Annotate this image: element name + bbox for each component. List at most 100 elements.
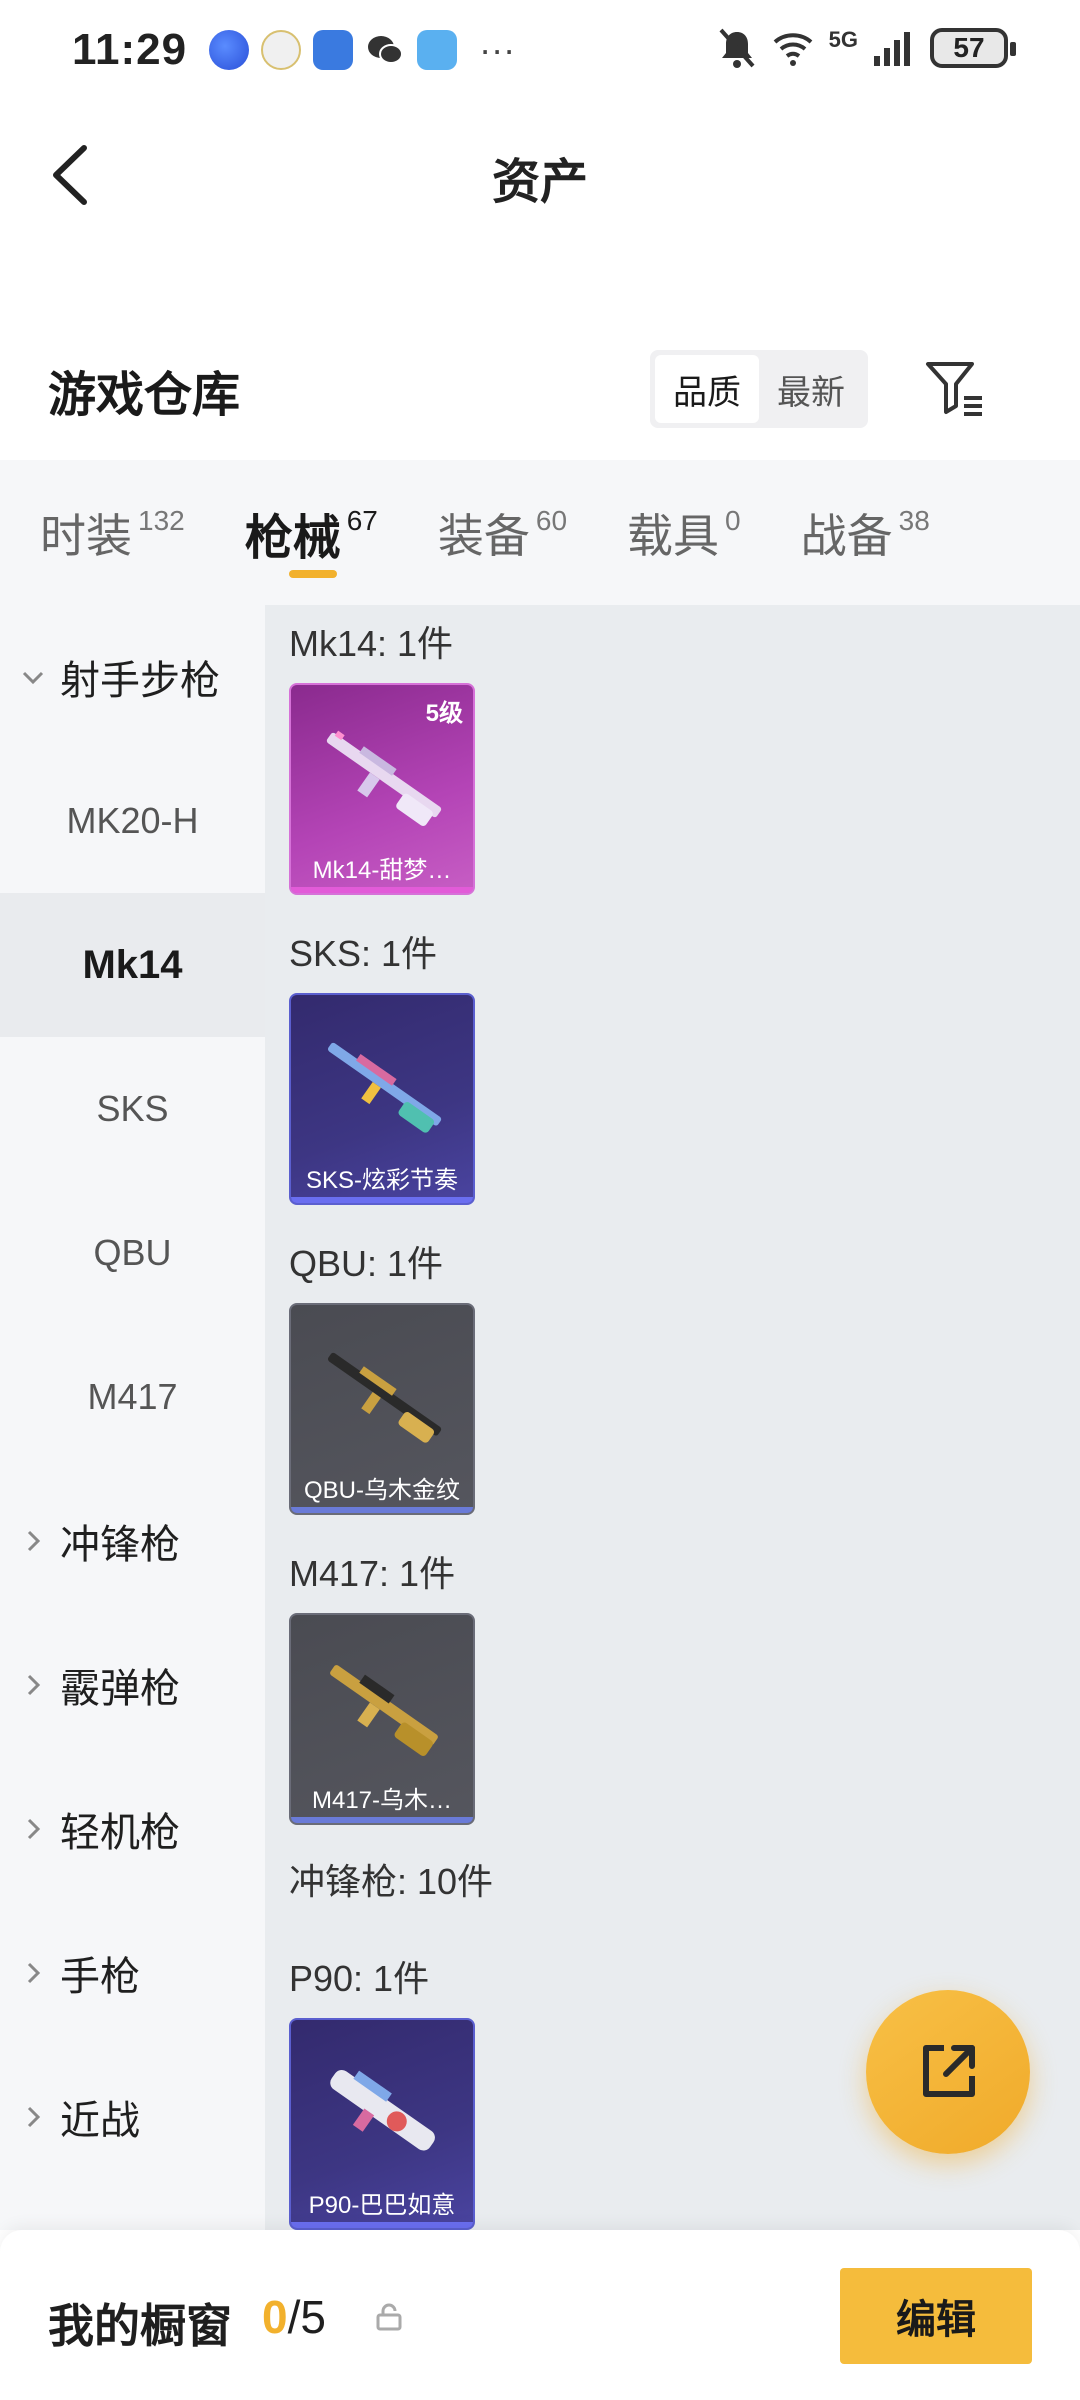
sidebar-item-label: 手枪 xyxy=(60,1955,140,1999)
notification-icons: ··· xyxy=(209,30,515,70)
group-header: QBU: 1件 xyxy=(289,1243,444,1284)
rifle-skin-image xyxy=(330,1665,438,1756)
sidebar-item-pistol[interactable]: 手枪 xyxy=(0,1901,265,2045)
sidebar-item-mk14[interactable]: Mk14 xyxy=(0,893,265,1037)
group-header: SKS: 1件 xyxy=(289,933,438,974)
sidebar-item-label: 轻机枪 xyxy=(60,1811,180,1855)
showcase-current: 0 xyxy=(262,2291,288,2343)
coin-app-icon xyxy=(261,30,302,70)
tab-equipment[interactable]: 装备 60 xyxy=(438,460,567,605)
chevron-right-icon xyxy=(20,1672,46,1698)
item-card[interactable]: QBU-乌木金纹 xyxy=(289,1303,475,1515)
showcase-label: 我的橱窗 xyxy=(48,2300,232,2352)
group-header: 冲锋枪: 10件 xyxy=(289,1861,494,1902)
rarity-bar xyxy=(291,887,473,893)
signal-icon xyxy=(874,32,910,66)
sidebar-item-label: Mk14 xyxy=(82,942,183,987)
browser-app-icon xyxy=(209,30,250,70)
sidebar-item-m417[interactable]: M417 xyxy=(0,1325,265,1469)
sidebar-item-qbu[interactable]: QBU xyxy=(0,1181,265,1325)
sidebar-item-label: SKS xyxy=(96,1088,169,1129)
showcase-max: /5 xyxy=(287,2291,326,2343)
item-card[interactable]: 5级 Mk14-甜梦… xyxy=(289,683,475,895)
status-time: 11:29 xyxy=(72,25,188,74)
chevron-right-icon xyxy=(20,1960,46,1986)
filter-icon xyxy=(926,362,982,416)
filter-button[interactable] xyxy=(920,353,990,423)
sidebar-item-label: 近战 xyxy=(60,2099,140,2143)
showcase-bar: 我的橱窗 0/5 编辑 xyxy=(0,2230,1080,2400)
sidebar-item-melee[interactable]: 近战 xyxy=(0,2045,265,2189)
tab-label: 战备 xyxy=(800,509,893,562)
item-name: M417-乌木… xyxy=(311,1787,453,1814)
sidebar-item-shotgun[interactable]: 霰弹枪 xyxy=(0,1613,265,1757)
warehouse-header: 游戏仓库 品质 最新 xyxy=(0,335,1080,445)
group-header: Mk14: 1件 xyxy=(289,623,454,664)
mute-icon xyxy=(719,28,755,68)
sidebar-item-mk20h[interactable]: MK20-H xyxy=(0,749,265,893)
sort-quality-button[interactable]: 品质 xyxy=(655,355,759,423)
rarity-bar xyxy=(291,1197,473,1203)
rarity-bar xyxy=(291,1817,473,1823)
sidebar-item-label: 冲锋枪 xyxy=(60,1523,180,1567)
rarity-bar xyxy=(291,2222,473,2228)
rifle-skin-image xyxy=(326,730,442,826)
group-header: M417: 1件 xyxy=(289,1553,456,1594)
item-name: QBU-乌木金纹 xyxy=(304,1477,460,1504)
rarity-bar xyxy=(291,1507,473,1513)
wifi-icon xyxy=(773,33,812,66)
sidebar-item-marksman-rifles[interactable]: 射手步枪 xyxy=(0,605,265,749)
smg-skin-image xyxy=(330,2069,435,2151)
share-icon xyxy=(923,2045,975,2097)
active-tab-indicator xyxy=(288,570,337,578)
sidebar-item-label: QBU xyxy=(93,1232,172,1273)
sidebar-item-label: 射手步枪 xyxy=(60,659,220,703)
tab-label: 时装 xyxy=(40,509,132,562)
edit-button[interactable]: 编辑 xyxy=(840,2268,1032,2364)
tab-label: 枪械 xyxy=(244,511,341,565)
item-card[interactable]: SKS-炫彩节奏 xyxy=(289,993,475,1205)
item-card[interactable]: M417-乌木… xyxy=(289,1613,475,1825)
share-button[interactable] xyxy=(866,1990,1030,2154)
tab-count: 60 xyxy=(535,504,568,536)
sort-toggle: 品质 最新 xyxy=(650,350,868,428)
tab-firearms[interactable]: 枪械 67 xyxy=(245,460,378,605)
status-bar: 11:29 ··· 5G 57 xyxy=(0,0,1080,100)
battery-level: 57 xyxy=(953,32,985,63)
chevron-down-icon xyxy=(20,664,46,690)
battery-icon: 57 xyxy=(930,28,1016,68)
sidebar-item-label: 霰弹枪 xyxy=(60,1667,180,1711)
item-name: SKS-炫彩节奏 xyxy=(305,1167,458,1194)
wechat-icon xyxy=(365,30,405,70)
lock-icon xyxy=(376,2303,402,2331)
header: 资产 xyxy=(0,100,1080,250)
chevron-right-icon xyxy=(20,2104,46,2130)
tab-fashion[interactable]: 时装 132 xyxy=(40,460,185,605)
tab-count: 38 xyxy=(898,504,930,536)
item-name: Mk14-甜梦… xyxy=(312,857,452,884)
sidebar-item-sks[interactable]: SKS xyxy=(0,1037,265,1181)
sidebar-item-smg[interactable]: 冲锋枪 xyxy=(0,1469,265,1613)
category-tabs: 时装 132 枪械 67 装备 60 载具 0 战备 38 xyxy=(0,460,1080,605)
sidebar-item-lmg[interactable]: 轻机枪 xyxy=(0,1757,265,1901)
chevron-right-icon xyxy=(20,1528,46,1554)
item-name: P90-巴巴如意 xyxy=(308,2192,456,2219)
tab-count: 67 xyxy=(346,504,378,536)
sidebar-item-label: MK20-H xyxy=(66,800,199,841)
rifle-skin-image xyxy=(328,1352,442,1443)
weapon-list: Mk14: 1件 5级 Mk14-甜梦… SKS: 1件 SKS-炫彩节奏 QB… xyxy=(265,605,1080,2230)
tab-count: 0 xyxy=(725,504,741,536)
sidebar-item-label: M417 xyxy=(87,1376,178,1417)
sort-latest-button[interactable]: 最新 xyxy=(759,355,863,423)
network-type: 5G xyxy=(828,27,858,52)
tab-supplies[interactable]: 战备 38 xyxy=(801,460,930,605)
tab-vehicles[interactable]: 载具 0 xyxy=(627,460,741,605)
status-indicators: 5G 57 xyxy=(717,26,1016,70)
showcase-count: 0/5 xyxy=(262,2290,326,2344)
item-card[interactable]: P90-巴巴如意 xyxy=(289,2018,475,2230)
tab-label: 载具 xyxy=(627,509,720,562)
tab-label: 装备 xyxy=(437,509,530,562)
more-notifications-icon: ··· xyxy=(479,29,516,70)
warehouse-title: 游戏仓库 xyxy=(48,369,241,422)
page-title: 资产 xyxy=(491,156,588,209)
